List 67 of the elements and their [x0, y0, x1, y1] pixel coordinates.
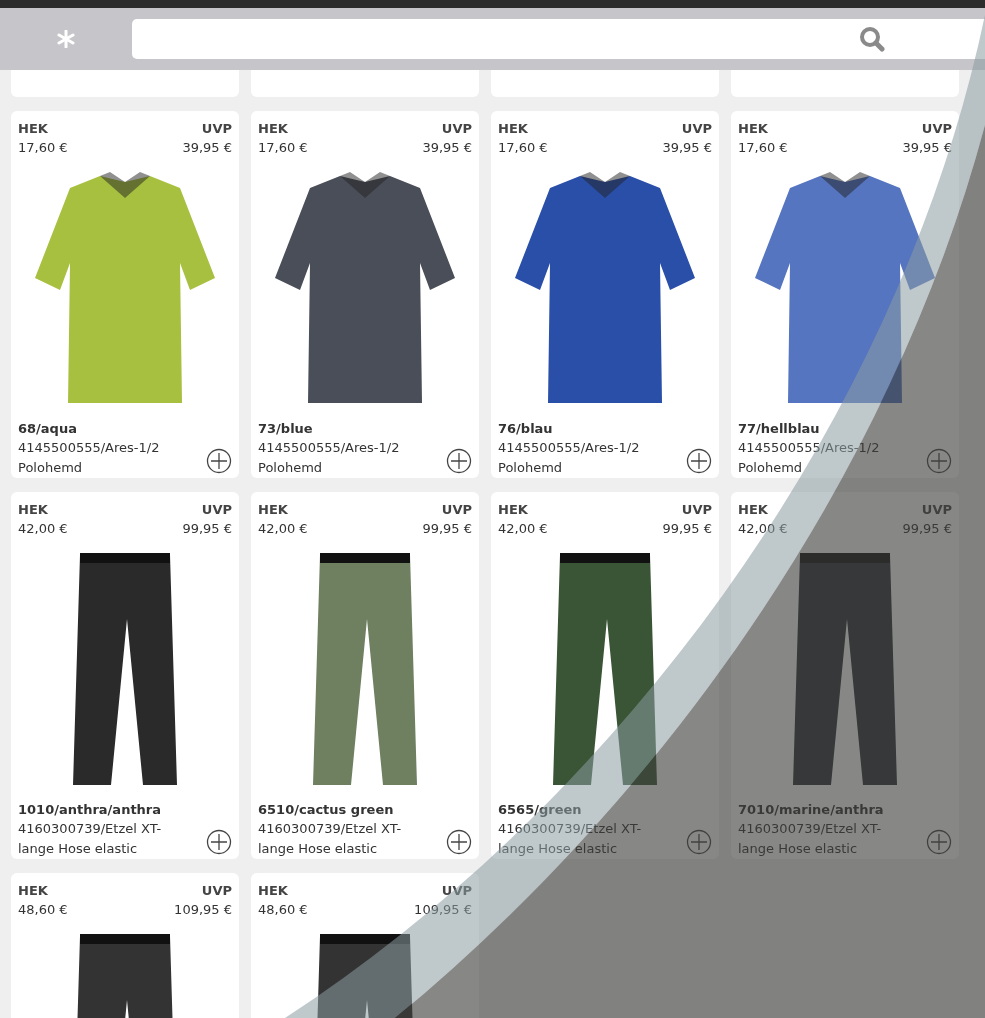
purchase-price: 17,60 € [18, 139, 68, 157]
model-number: 4145500555/Ares-1/2 [258, 439, 400, 457]
product-name: Polohemd [498, 459, 564, 477]
purchase-price-label: HEK [18, 120, 48, 138]
model-number: 4160300739/Etzel XT- [738, 820, 883, 838]
variant-title: 76/blau [498, 420, 554, 438]
retail-price-label: UVP [681, 501, 712, 519]
retail-price: 99,95 € [902, 520, 952, 538]
add-button[interactable] [206, 448, 232, 474]
retail-price-label: UVP [201, 501, 232, 519]
retail-price: 39,95 € [182, 139, 232, 157]
product-name: Polohemd [258, 459, 324, 477]
purchase-price: 17,60 € [498, 139, 548, 157]
purchase-price: 42,00 € [738, 520, 788, 538]
search-field[interactable] [132, 19, 985, 59]
retail-price: 39,95 € [422, 139, 472, 157]
product-name: lange Hose elastic [18, 840, 139, 858]
product-name: lange Hose elastic [738, 840, 859, 858]
retail-price-label: UVP [921, 120, 952, 138]
purchase-price-label: HEK [498, 501, 528, 519]
purchase-price: 42,00 € [258, 520, 308, 538]
retail-price-label: UVP [441, 501, 472, 519]
variant-title: 6510/cactus green [258, 801, 395, 819]
retail-price: 39,95 € [662, 139, 712, 157]
variant-title: 73/blue [258, 420, 314, 438]
purchase-price: 42,00 € [498, 520, 548, 538]
retail-price: 99,95 € [422, 520, 472, 538]
variant-title: 68/aqua [18, 420, 78, 438]
purchase-price-label: HEK [738, 120, 768, 138]
purchase-price: 17,60 € [258, 139, 308, 157]
variant-title: 7010/marine/anthra [738, 801, 884, 819]
purchase-price: 42,00 € [18, 520, 68, 538]
retail-price-label: UVP [921, 501, 952, 519]
add-button[interactable] [446, 829, 472, 855]
retail-price: 99,95 € [182, 520, 232, 538]
variant-title: 77/hellblau [738, 420, 821, 438]
retail-price: 39,95 € [902, 139, 952, 157]
retail-price: 109,95 € [174, 901, 232, 919]
retail-price-label: UVP [441, 120, 472, 138]
retail-price-label: UVP [681, 120, 712, 138]
model-number: 4160300739/Etzel XT- [18, 820, 162, 838]
model-number: 4145500555/Ares-1/2 [498, 439, 640, 457]
product-name: lange Hose elastic [498, 840, 619, 858]
purchase-price-label: HEK [498, 120, 528, 138]
product-name: lange Hose elastic [258, 840, 379, 858]
retail-price: 99,95 € [662, 520, 712, 538]
purchase-price-label: HEK [18, 501, 48, 519]
purchase-price: 17,60 € [738, 139, 788, 157]
model-number: 4145500555/Ares-1/2 [18, 439, 160, 457]
purchase-price-label: HEK [258, 120, 288, 138]
retail-price-label: UVP [201, 120, 232, 138]
model-number: 4160300739/Etzel XT- [258, 820, 402, 838]
purchase-price-label: HEK [738, 501, 768, 519]
purchase-price-label: HEK [18, 882, 48, 900]
retail-price-label: UVP [201, 882, 232, 900]
search-icon[interactable] [859, 26, 885, 52]
add-button[interactable] [206, 829, 232, 855]
purchase-price: 48,60 € [18, 901, 68, 919]
product-name: Polohemd [18, 459, 84, 477]
purchase-price-label: HEK [258, 501, 288, 519]
purchase-price-label: HEK [258, 882, 288, 900]
variant-title: 6565/green [498, 801, 583, 819]
purchase-price: 48,60 € [258, 901, 308, 919]
variant-title: 1010/anthra/anthra [18, 801, 162, 819]
product-name: Polohemd [738, 459, 804, 477]
add-button[interactable] [686, 448, 712, 474]
add-button[interactable] [446, 448, 472, 474]
